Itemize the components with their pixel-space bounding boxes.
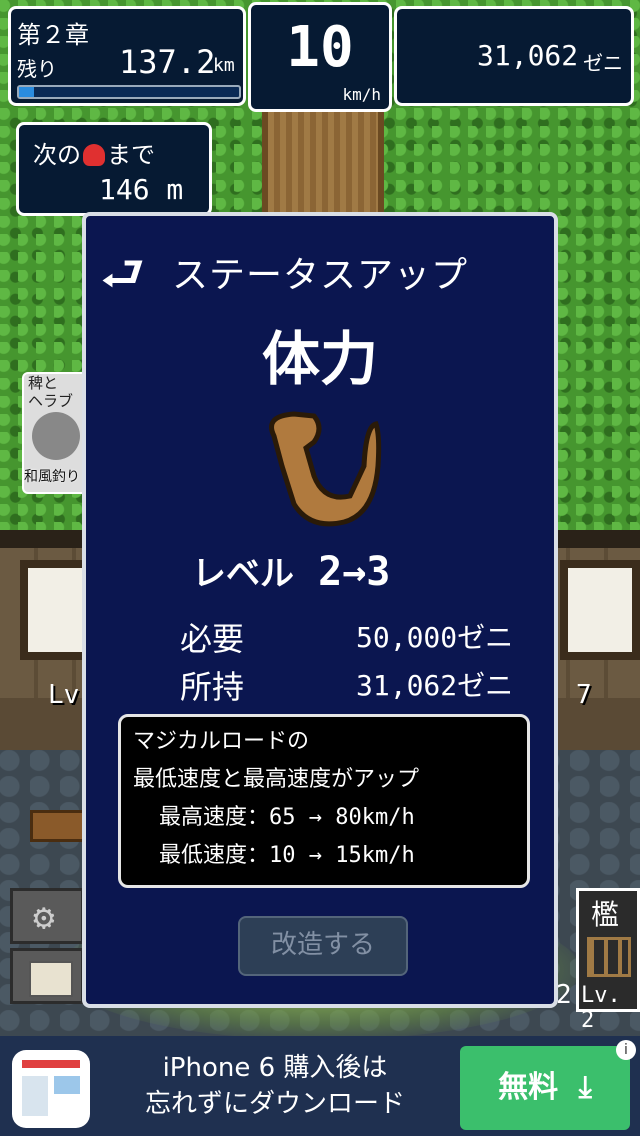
description-box: マジカルロードの 最低速度と最高速度がアップ 最高速度：65 → 80km/h … xyxy=(118,714,530,888)
ad-button-label: 無料 xyxy=(498,1070,559,1105)
owned-row: 所持 31,062ゼニ xyxy=(180,662,513,708)
ad-app-icon xyxy=(12,1050,90,1128)
next-target-line: 次の まで xyxy=(33,135,155,170)
ad-icon-block xyxy=(22,1076,48,1116)
side-promo-title: 稗と ヘラブ xyxy=(28,374,74,410)
cage-label: 檻 xyxy=(591,898,620,931)
stat-name: 体力 xyxy=(261,325,378,393)
cage-icon xyxy=(587,937,631,977)
money-value: 31,062 xyxy=(477,39,579,72)
cage-level: Lv. 2 xyxy=(581,983,621,1033)
slime-icon xyxy=(83,144,105,166)
chapter-panel: 第２章 残り 137.2 km xyxy=(8,6,246,106)
ad-icon-block xyxy=(54,1076,80,1094)
ad-download-button[interactable]: 無料 ⤓ xyxy=(460,1046,630,1130)
remaining-label: 残り xyxy=(17,57,57,81)
level-label: レベル xyxy=(192,554,294,594)
ad-banner[interactable]: iPhone 6 購入後は 忘れずにダウンロード 無料 ⤓ xyxy=(0,1036,640,1136)
next-target-suffix: まで xyxy=(107,141,155,169)
owned-value: 31,062ゼニ xyxy=(356,669,514,702)
cage-button[interactable]: 檻 Lv. 2 xyxy=(576,888,640,1033)
settings-button[interactable]: ⚙ xyxy=(10,888,84,944)
speedometer-panel: 10 km/h xyxy=(248,2,392,112)
book-icon xyxy=(29,961,73,997)
level-change: レベル 2→3 xyxy=(192,546,390,595)
fish-icon xyxy=(32,412,80,460)
ad-line-2: 忘れずにダウンロード xyxy=(144,1089,405,1119)
status-up-modal: ⮐ ステータスアップ 体力 レベル 2→3 必要 50,000ゼニ 所持 31,… xyxy=(82,212,558,1008)
partial-level: 2 xyxy=(556,980,572,1010)
remaining-value: 137.2 xyxy=(119,43,216,81)
desc-line-1: マジカルロードの xyxy=(133,729,310,754)
required-label: 必要 xyxy=(180,620,245,658)
chapter-label: 第２章 xyxy=(17,21,89,49)
gear-icon: ⚙ xyxy=(33,897,55,938)
desc-line-2: 最低速度と最高速度がアップ xyxy=(133,767,420,792)
next-target-bubble: 次の まで 146 m xyxy=(16,122,212,216)
ad-icon-bar xyxy=(22,1060,80,1068)
next-target-distance: 146 m xyxy=(99,173,184,206)
side-promo-caption: 和風釣り xyxy=(24,469,80,485)
flexed-arm-icon xyxy=(269,411,382,527)
right-scroll-painting xyxy=(560,560,640,660)
distance-progress-bar xyxy=(17,85,241,99)
side-promo-icon[interactable]: 稗と ヘラブ 和風釣り xyxy=(22,372,90,494)
remaining-unit: km xyxy=(213,55,235,76)
modal-title: ステータスアップ xyxy=(172,255,469,296)
speed-unit: km/h xyxy=(342,85,381,104)
level-values: 2→3 xyxy=(318,549,391,595)
owned-label: 所持 xyxy=(180,668,245,706)
money-panel: 31,062 ゼニ xyxy=(394,6,634,106)
desc-line-4: 最低速度：10 → 15km/h xyxy=(159,843,415,868)
desc-line-3: 最高速度：65 → 80km/h xyxy=(159,805,415,830)
required-row: 必要 50,000ゼニ xyxy=(180,614,513,660)
back-arrow-icon[interactable]: ⮐ xyxy=(100,238,145,323)
potion-table xyxy=(30,810,88,842)
money-unit: ゼニ xyxy=(583,51,623,75)
upgrade-button[interactable]: 改造する xyxy=(238,916,408,976)
ad-line-1: iPhone 6 購入後は xyxy=(162,1053,388,1083)
right-scroll-level: 7 xyxy=(576,680,592,710)
book-button[interactable] xyxy=(10,948,84,1004)
ad-text: iPhone 6 購入後は 忘れずにダウンロード xyxy=(100,1050,450,1122)
distance-progress-fill xyxy=(19,87,35,97)
speed-value: 10 xyxy=(286,15,354,80)
ad-info-icon[interactable]: i xyxy=(616,1040,636,1060)
next-target-prefix: 次の xyxy=(33,141,81,169)
required-value: 50,000ゼニ xyxy=(356,621,514,654)
download-icon: ⤓ xyxy=(578,1070,592,1105)
